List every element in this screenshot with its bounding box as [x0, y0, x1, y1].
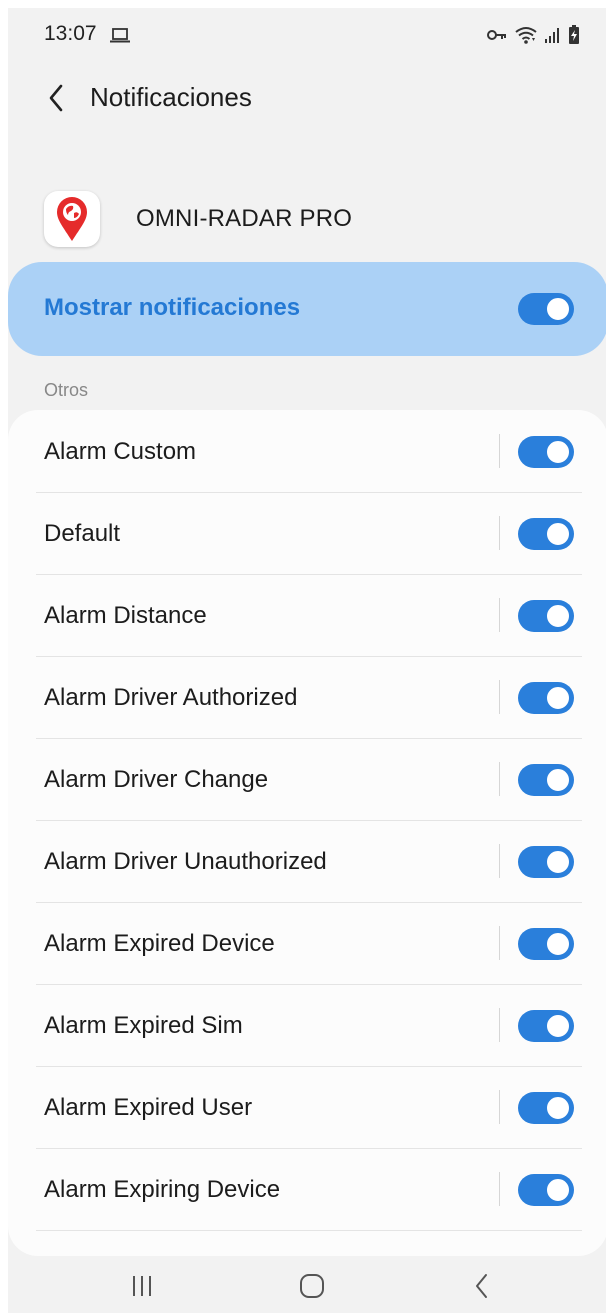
- channel-label: Alarm Expiring Device: [44, 1176, 281, 1203]
- app-logo-pin: [57, 197, 87, 241]
- row-separator: [499, 1008, 500, 1042]
- toggle-knob: [545, 603, 571, 629]
- channel-toggle-alarm-custom[interactable]: [518, 436, 574, 468]
- row-separator: [499, 926, 500, 960]
- channel-label: Alarm Distance: [44, 602, 207, 629]
- channel-label: Alarm Driver Change: [44, 766, 269, 793]
- list-divider: [36, 1230, 582, 1231]
- battery-charging-icon: [569, 25, 579, 44]
- home-icon: [300, 1274, 324, 1298]
- page-title: Notificaciones: [90, 82, 252, 112]
- row-separator: [499, 516, 500, 550]
- show-notifications-label: Mostrar notificaciones: [44, 294, 301, 321]
- channel-label: Alarm Driver Authorized: [44, 684, 298, 711]
- row-separator: [499, 598, 500, 632]
- signal-icon: [545, 28, 559, 43]
- channel-toggle-alarm-expired-device[interactable]: [518, 928, 574, 960]
- recent-apps-button[interactable]: [112, 1268, 172, 1304]
- row-separator: [499, 1090, 500, 1124]
- header: Notificaciones: [8, 68, 606, 128]
- notification-settings-screen: 13:07 Notificaciones OMNI-RADAR PRO Most…: [8, 8, 606, 1313]
- channel-list: Alarm Custom Default Alarm Distance Alar…: [8, 410, 606, 1256]
- vpn-key-icon: [487, 30, 506, 40]
- channel-row-alarm-expired-device[interactable]: Alarm Expired Device: [8, 902, 606, 984]
- show-notifications-toggle[interactable]: [518, 293, 574, 325]
- back-button[interactable]: [38, 80, 74, 116]
- toggle-knob: [545, 1177, 571, 1203]
- chevron-left-icon: [49, 84, 63, 112]
- channel-label: Alarm Driver Unauthorized: [44, 848, 327, 875]
- row-separator: [499, 680, 500, 714]
- status-icons: [486, 24, 580, 46]
- channel-row-alarm-distance[interactable]: Alarm Distance: [8, 574, 606, 656]
- channel-toggle-default[interactable]: [518, 518, 574, 550]
- map-pin-globe-icon: [44, 191, 100, 247]
- channel-row-alarm-driver-unauthorized[interactable]: Alarm Driver Unauthorized: [8, 820, 606, 902]
- channel-toggle-alarm-expired-sim[interactable]: [518, 1010, 574, 1042]
- channel-row-alarm-driver-change[interactable]: Alarm Driver Change: [8, 738, 606, 820]
- toggle-knob: [545, 767, 571, 793]
- toggle-knob: [545, 521, 571, 547]
- channel-row-alarm-expired-sim[interactable]: Alarm Expired Sim: [8, 984, 606, 1066]
- toggle-knob: [545, 685, 571, 711]
- toggle-knob: [545, 1095, 571, 1121]
- system-nav-bar: [8, 1258, 606, 1313]
- channel-label: Alarm Expired Sim: [44, 1012, 243, 1039]
- recent-apps-icon: [133, 1276, 151, 1296]
- channel-row-alarm-expired-user[interactable]: Alarm Expired User: [8, 1066, 606, 1148]
- laptop-icon: [110, 28, 130, 43]
- status-time: 13:07: [44, 22, 97, 45]
- status-bar: 13:07: [8, 8, 606, 60]
- row-separator: [499, 844, 500, 878]
- toggle-knob: [545, 1013, 571, 1039]
- back-icon: [476, 1274, 487, 1298]
- row-separator: [499, 762, 500, 796]
- section-label-others: Otros: [44, 380, 89, 400]
- toggle-knob: [545, 439, 571, 465]
- app-name: OMNI-RADAR PRO: [136, 205, 353, 232]
- home-button[interactable]: [282, 1268, 342, 1304]
- toggle-knob: [545, 849, 571, 875]
- row-separator: [499, 434, 500, 468]
- channel-toggle-alarm-driver-unauthorized[interactable]: [518, 846, 574, 878]
- channel-row-alarm-expiring-device[interactable]: Alarm Expiring Device: [8, 1148, 606, 1230]
- show-notifications-row[interactable]: Mostrar notificaciones: [8, 262, 606, 356]
- toggle-knob: [545, 931, 571, 957]
- channel-label: Alarm Custom: [44, 438, 197, 465]
- channel-row-default[interactable]: Default: [8, 492, 606, 574]
- channel-toggle-alarm-driver-authorized[interactable]: [518, 682, 574, 714]
- channel-toggle-alarm-expired-user[interactable]: [518, 1092, 574, 1124]
- channel-toggle-alarm-expiring-device[interactable]: [518, 1174, 574, 1206]
- wifi-icon: [515, 27, 537, 44]
- channel-label: Alarm Expired Device: [44, 930, 275, 957]
- channel-label: Alarm Expired User: [44, 1094, 253, 1121]
- nav-back-button[interactable]: [452, 1268, 512, 1304]
- channel-row-alarm-driver-authorized[interactable]: Alarm Driver Authorized: [8, 656, 606, 738]
- channel-toggle-alarm-driver-change[interactable]: [518, 764, 574, 796]
- channel-toggle-alarm-distance[interactable]: [518, 600, 574, 632]
- toggle-knob: [545, 296, 571, 322]
- channel-row-alarm-custom[interactable]: Alarm Custom: [8, 410, 606, 492]
- row-separator: [499, 1172, 500, 1206]
- channel-label: Default: [44, 520, 121, 547]
- app-info-row: OMNI-RADAR PRO: [8, 188, 606, 254]
